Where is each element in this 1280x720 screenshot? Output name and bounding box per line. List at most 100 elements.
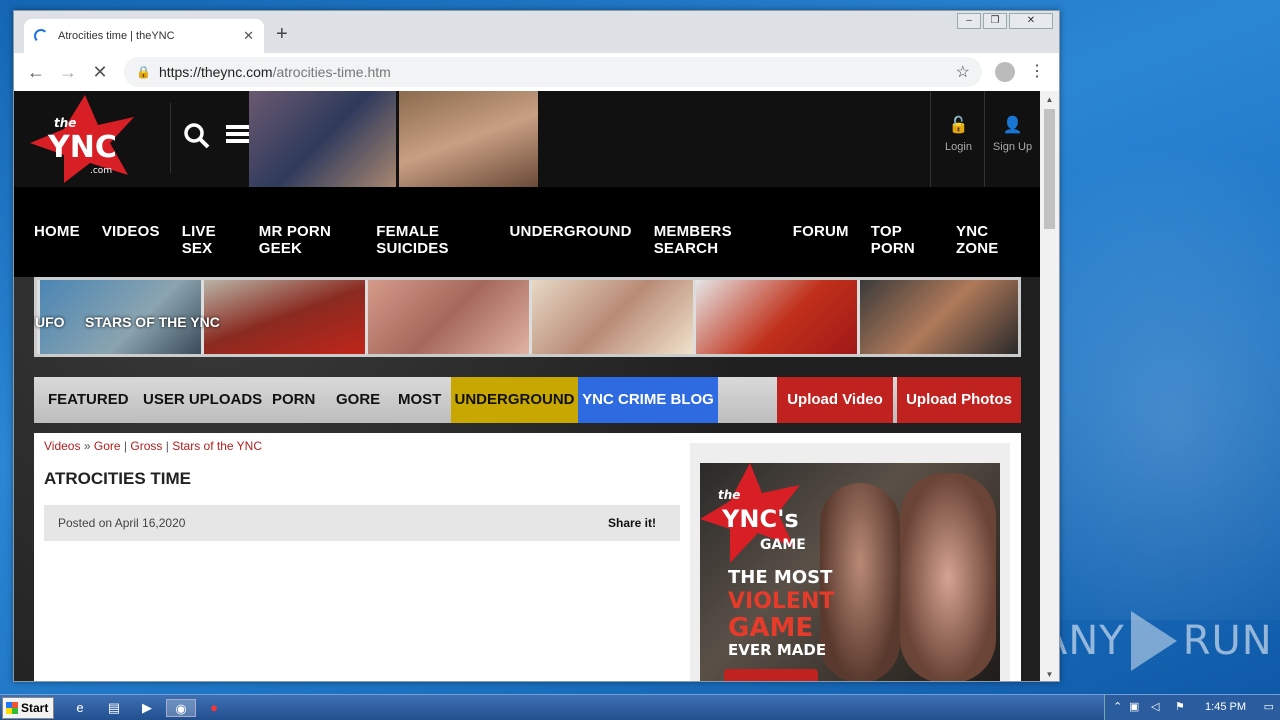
close-window-button[interactable]: ✕: [1009, 13, 1053, 29]
show-desktop-icon[interactable]: ▭: [1264, 700, 1274, 713]
windows-logo-icon: [6, 702, 18, 714]
upload-video-button[interactable]: Upload Video: [777, 377, 893, 423]
nav-home[interactable]: HOME: [34, 223, 80, 257]
forward-button[interactable]: →: [54, 62, 82, 83]
url-text[interactable]: https://theync.com/atrocities-time.htm: [159, 64, 956, 80]
scroll-up-icon[interactable]: ▲: [1040, 95, 1059, 104]
login-button[interactable]: 🔓 Login: [930, 91, 986, 187]
ad-brand: YNC's: [721, 505, 799, 533]
header-divider: [170, 103, 171, 173]
ad-line-1: THE MOST: [728, 567, 833, 588]
new-tab-button[interactable]: +: [276, 23, 288, 46]
maximize-button[interactable]: ❐: [983, 13, 1007, 29]
tab-gore[interactable]: GORE: [336, 377, 380, 423]
page-scrollbar[interactable]: ▲ ▼: [1040, 91, 1059, 681]
subnav-ufo[interactable]: UFO: [35, 314, 65, 330]
browser-tab[interactable]: Atrocities time | theYNC ✕: [24, 19, 264, 53]
bookmark-star-icon[interactable]: ☆: [956, 62, 970, 82]
signup-button[interactable]: 👤 Sign Up: [984, 91, 1040, 187]
header-thumbnail[interactable]: [399, 91, 538, 187]
breadcrumb-videos[interactable]: Videos: [44, 439, 80, 453]
logo-com-text: .com: [90, 166, 112, 176]
profile-avatar[interactable]: [995, 62, 1015, 82]
site-header: the YNC .com 🔓 Login 👤 Sign Up: [14, 91, 1041, 187]
subnav-stars-of-the-ync[interactable]: STARS OF THE YNC: [85, 314, 220, 330]
tab-porn[interactable]: PORN: [272, 377, 315, 423]
unlock-icon: 🔓: [948, 117, 969, 134]
anyrun-watermark: ANY RUN: [1040, 606, 1272, 676]
strip-thumbnail[interactable]: [368, 280, 529, 354]
browser-toolbar: ← → ✕ 🔒 https://theync.com/atrocities-ti…: [14, 53, 1059, 91]
ie-icon[interactable]: e: [70, 699, 90, 717]
breadcrumb-stars-of-the-ync[interactable]: Stars of the YNC: [172, 439, 262, 453]
tab-most[interactable]: MOST: [398, 377, 441, 423]
strip-thumbnail[interactable]: [204, 280, 365, 354]
nav-forum[interactable]: FORUM: [793, 223, 849, 257]
start-button[interactable]: Start: [2, 697, 54, 719]
tab-ync-crime-blog[interactable]: YNC CRIME BLOG: [578, 377, 718, 423]
folder-icon[interactable]: ▤: [104, 699, 124, 717]
ync-game-ad[interactable]: the YNC's GAME THE MOST VIOLENT GAME EVE…: [700, 463, 1000, 681]
system-tray: ⌃ ▣ ◁ ⚑ 1:45 PM ▭: [1104, 695, 1280, 720]
category-tabs: FEATURED USER UPLOADS PORN GORE MOST UND…: [34, 377, 1021, 423]
breadcrumb-gross[interactable]: Gross: [130, 439, 162, 453]
ad-line-3: GAME: [728, 613, 814, 643]
minimize-button[interactable]: –: [957, 13, 981, 29]
login-label: Login: [945, 141, 972, 153]
lock-icon[interactable]: 🔒: [136, 65, 151, 79]
ad-figure: [900, 473, 996, 681]
breadcrumb-separator: »: [83, 439, 91, 453]
strip-thumbnail[interactable]: [696, 280, 857, 354]
browser-window: Atrocities time | theYNC ✕ + – ❐ ✕ ← → ✕…: [13, 10, 1060, 682]
ync-logo[interactable]: the YNC .com: [24, 93, 146, 185]
scroll-down-icon[interactable]: ▼: [1040, 670, 1059, 679]
share-button[interactable]: Share it!: [608, 516, 656, 530]
nav-underground[interactable]: UNDERGROUND: [510, 223, 632, 257]
volume-icon[interactable]: ◁: [1151, 700, 1159, 713]
nav-top-porn[interactable]: TOP PORN: [871, 223, 934, 257]
signup-label: Sign Up: [992, 141, 1033, 153]
header-thumbnail[interactable]: [249, 91, 396, 187]
tab-user-uploads[interactable]: USER UPLOADS: [143, 377, 262, 423]
tab-underground[interactable]: UNDERGROUND: [451, 377, 578, 423]
nav-mr-porn-geek[interactable]: MR PORN GEEK: [259, 223, 355, 257]
nav-ync-zone[interactable]: YNC ZONE: [956, 223, 1019, 257]
upload-photos-button[interactable]: Upload Photos: [897, 377, 1021, 423]
post-meta-bar: Posted on April 16,2020 Share it!: [44, 505, 680, 541]
tab-featured[interactable]: FEATURED: [48, 377, 129, 423]
action-center-flag-icon[interactable]: ⚑: [1175, 700, 1185, 713]
tray-expand-icon[interactable]: ⌃: [1113, 700, 1122, 713]
network-icon[interactable]: ▣: [1129, 700, 1139, 713]
nav-live-sex[interactable]: LIVE SEX: [182, 223, 237, 257]
search-icon[interactable]: [184, 123, 210, 156]
nav-members-search[interactable]: MEMBERS SEARCH: [654, 223, 771, 257]
breadcrumb-gore[interactable]: Gore: [94, 439, 121, 453]
thumbnail-strip: UFO STARS OF THE YNC: [34, 277, 1021, 357]
scroll-thumb[interactable]: [1044, 109, 1055, 229]
strip-thumbnail[interactable]: [532, 280, 693, 354]
ad-cta-button[interactable]: [724, 669, 818, 681]
ad-game-word: GAME: [760, 537, 806, 553]
play-icon: [1130, 611, 1177, 671]
ad-brand-small: the: [718, 488, 740, 502]
strip-thumbnail[interactable]: [860, 280, 1018, 354]
tab-close-icon[interactable]: ✕: [243, 28, 254, 44]
breadcrumb-separator: |: [165, 439, 169, 453]
start-label: Start: [21, 701, 49, 715]
browser-menu-icon[interactable]: ⋮: [1029, 61, 1045, 81]
address-bar[interactable]: 🔒 https://theync.com/atrocities-time.htm…: [124, 57, 982, 87]
article-main: Videos » Gore | Gross | Stars of the YNC…: [44, 433, 680, 541]
back-button[interactable]: ←: [22, 62, 50, 83]
nav-female-suicides[interactable]: FEMALE SUICIDES: [376, 223, 487, 257]
hamburger-menu-icon[interactable]: [226, 121, 250, 152]
chrome-icon[interactable]: ◉: [166, 699, 196, 717]
tab-title: Atrocities time | theYNC: [58, 30, 175, 42]
stop-sign-icon[interactable]: ●: [204, 699, 224, 717]
nav-videos[interactable]: VIDEOS: [102, 223, 160, 257]
sidebar-ad-container: the YNC's GAME THE MOST VIOLENT GAME EVE…: [690, 443, 1010, 681]
media-player-icon[interactable]: ▶: [137, 699, 157, 717]
stop-loading-button[interactable]: ✕: [86, 62, 114, 83]
clock[interactable]: 1:45 PM: [1205, 701, 1246, 713]
loading-spinner-icon: [34, 29, 48, 43]
breadcrumb: Videos » Gore | Gross | Stars of the YNC: [44, 439, 680, 453]
